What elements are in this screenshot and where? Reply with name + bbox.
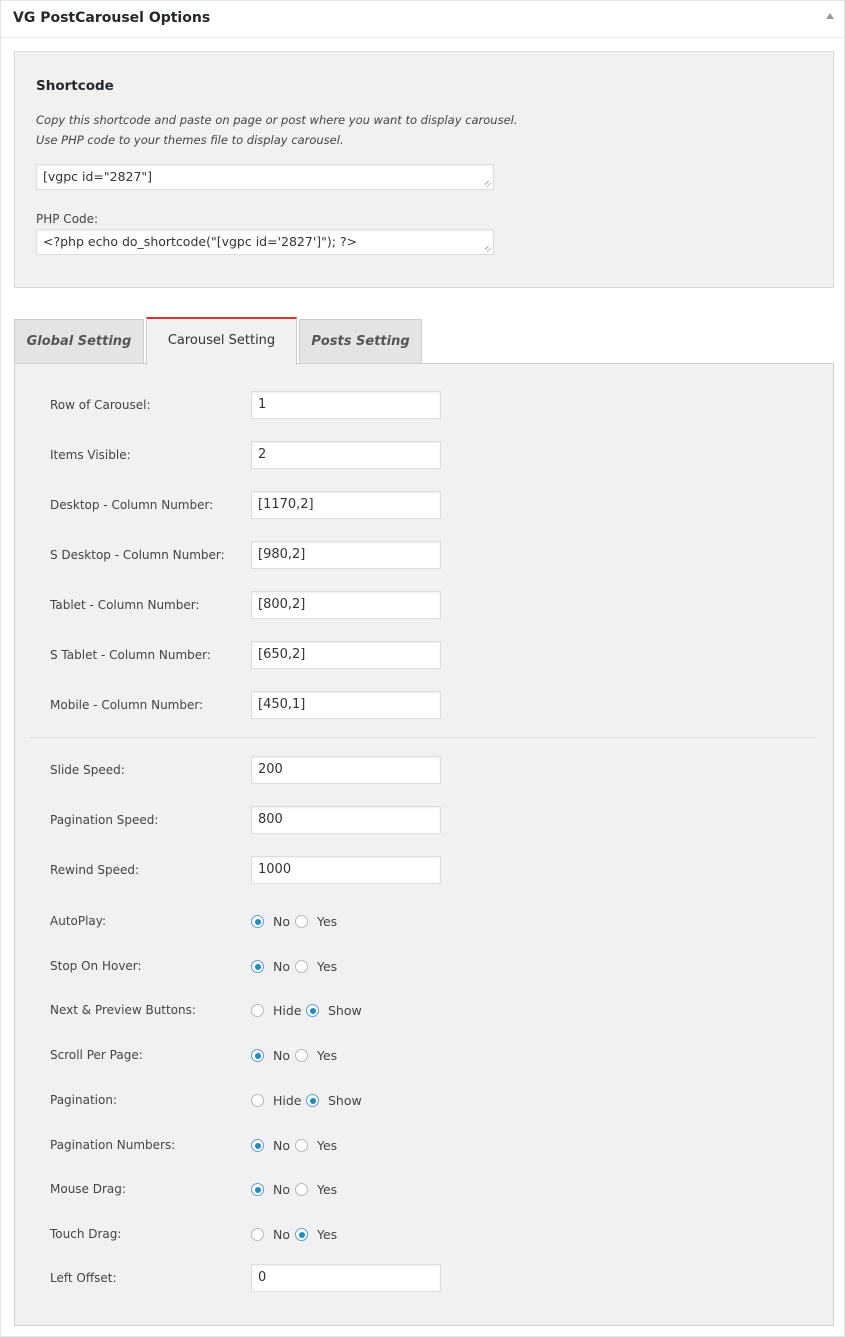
next-preview-show-label: Show <box>328 1003 362 1018</box>
php-code-textarea[interactable]: <?php echo do_shortcode("[vgpc id='2827'… <box>36 229 494 255</box>
mouse-drag-no-radio[interactable] <box>251 1183 264 1196</box>
s-tablet-column-number-input[interactable]: [650,2] <box>251 641 441 669</box>
shortcode-value: [vgpc id="2827"] <box>43 169 153 184</box>
pagination-numbers-yes-label: Yes <box>317 1138 338 1153</box>
touch-drag-no-label: No <box>273 1227 290 1242</box>
shortcode-description-line-1: Copy this shortcode and paste on page or… <box>36 113 518 127</box>
pagination-hide-radio[interactable] <box>251 1094 264 1107</box>
stop-on-hover-no-radio[interactable] <box>251 960 264 973</box>
items-visible-label: Items Visible: <box>50 448 131 462</box>
resize-grip-icon[interactable] <box>485 246 491 252</box>
shortcode-description-line-2: Use PHP code to your themes file to disp… <box>36 133 344 147</box>
slide-speed-label: Slide Speed: <box>50 763 125 777</box>
mouse-drag-yes-label: Yes <box>317 1182 338 1197</box>
rewind-speed-input[interactable]: 1000 <box>251 856 441 884</box>
items-visible-input[interactable]: 2 <box>251 441 441 469</box>
shortcode-textarea[interactable]: [vgpc id="2827"] <box>36 164 494 190</box>
desktop-column-number-input[interactable]: [1170,2] <box>251 491 441 519</box>
tab-global-setting[interactable]: Global Setting <box>14 319 144 364</box>
pagination-numbers-label: Pagination Numbers: <box>50 1138 176 1152</box>
slide-speed-input[interactable]: 200 <box>251 756 441 784</box>
autoplay-no-radio[interactable] <box>251 915 264 928</box>
s-tablet-column-number-label: S Tablet - Column Number: <box>50 648 211 662</box>
tablet-column-number-input[interactable]: [800,2] <box>251 591 441 619</box>
section-divider <box>30 737 816 738</box>
metabox-header: VG PostCarousel Options <box>1 1 844 38</box>
row-of-carousel-label: Row of Carousel: <box>50 398 151 412</box>
pagination-hide-label: Hide <box>273 1093 302 1108</box>
touch-drag-yes-label: Yes <box>317 1227 338 1242</box>
mouse-drag-yes-radio[interactable] <box>295 1183 308 1196</box>
tab-carousel-setting[interactable]: Carousel Setting <box>146 317 297 365</box>
pagination-speed-label: Pagination Speed: <box>50 813 159 827</box>
php-code-label: PHP Code: <box>36 212 99 226</box>
scroll-per-page-yes-label: Yes <box>317 1048 338 1063</box>
autoplay-yes-label: Yes <box>317 914 338 929</box>
shortcode-section: Shortcode Copy this shortcode and paste … <box>14 51 834 288</box>
php-code-value: <?php echo do_shortcode("[vgpc id='2827'… <box>43 234 358 249</box>
touch-drag-label: Touch Drag: <box>50 1227 122 1241</box>
next-preview-show-radio[interactable] <box>306 1004 319 1017</box>
autoplay-no-label: No <box>273 914 290 929</box>
pagination-numbers-no-radio[interactable] <box>251 1139 264 1152</box>
pagination-numbers-no-label: No <box>273 1138 290 1153</box>
scroll-per-page-yes-radio[interactable] <box>295 1049 308 1062</box>
metabox-title: VG PostCarousel Options <box>13 10 211 26</box>
next-preview-buttons-label: Next & Preview Buttons: <box>50 1003 196 1017</box>
pagination-numbers-yes-radio[interactable] <box>295 1139 308 1152</box>
touch-drag-yes-radio[interactable] <box>295 1228 308 1241</box>
s-desktop-column-number-input[interactable]: [980,2] <box>251 541 441 569</box>
next-preview-hide-label: Hide <box>273 1003 302 1018</box>
row-of-carousel-input[interactable]: 1 <box>251 391 441 419</box>
s-desktop-column-number-label: S Desktop - Column Number: <box>50 548 225 562</box>
collapse-toggle-icon[interactable] <box>826 13 834 19</box>
pagination-show-radio[interactable] <box>306 1094 319 1107</box>
autoplay-yes-radio[interactable] <box>295 915 308 928</box>
resize-grip-icon[interactable] <box>485 181 491 187</box>
pagination-label: Pagination: <box>50 1093 117 1107</box>
mouse-drag-no-label: No <box>273 1182 290 1197</box>
tab-posts-setting[interactable]: Posts Setting <box>299 319 422 364</box>
stop-on-hover-no-label: No <box>273 959 290 974</box>
scroll-per-page-no-radio[interactable] <box>251 1049 264 1062</box>
stop-on-hover-yes-label: Yes <box>317 959 338 974</box>
pagination-speed-input[interactable]: 800 <box>251 806 441 834</box>
mouse-drag-label: Mouse Drag: <box>50 1182 126 1196</box>
mobile-column-number-label: Mobile - Column Number: <box>50 698 204 712</box>
touch-drag-no-radio[interactable] <box>251 1228 264 1241</box>
autoplay-label: AutoPlay: <box>50 914 107 928</box>
left-offset-input[interactable]: 0 <box>251 1264 441 1292</box>
mobile-column-number-input[interactable]: [450,1] <box>251 691 441 719</box>
rewind-speed-label: Rewind Speed: <box>50 863 140 877</box>
stop-on-hover-label: Stop On Hover: <box>50 959 142 973</box>
scroll-per-page-no-label: No <box>273 1048 290 1063</box>
next-preview-hide-radio[interactable] <box>251 1004 264 1017</box>
shortcode-title: Shortcode <box>36 78 114 94</box>
pagination-show-label: Show <box>328 1093 362 1108</box>
left-offset-label: Left Offset: <box>50 1271 117 1285</box>
desktop-column-number-label: Desktop - Column Number: <box>50 498 214 512</box>
stop-on-hover-yes-radio[interactable] <box>295 960 308 973</box>
tablet-column-number-label: Tablet - Column Number: <box>50 598 200 612</box>
scroll-per-page-label: Scroll Per Page: <box>50 1048 143 1062</box>
